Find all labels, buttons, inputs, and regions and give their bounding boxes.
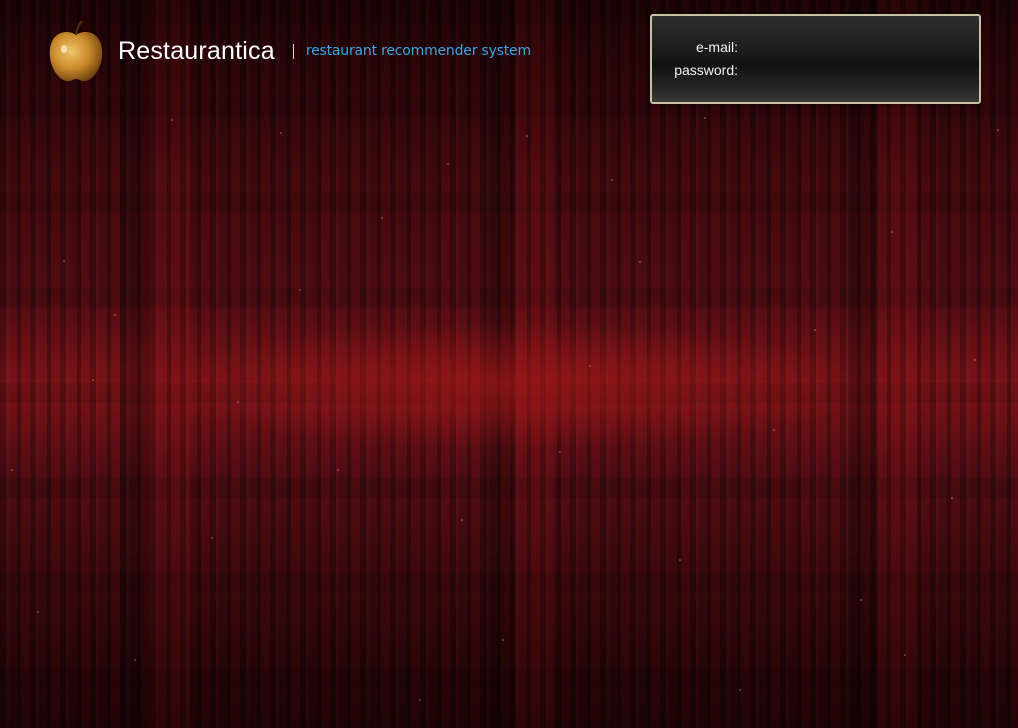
login-panel: e-mail: password: (650, 14, 981, 104)
password-row: password: (652, 61, 964, 79)
email-label: e-mail: (695, 39, 738, 55)
background-texture (11, 117, 999, 701)
email-row: e-mail: (652, 38, 964, 56)
brand-divider (292, 43, 294, 59)
brand-name[interactable]: Restaurantica (118, 37, 275, 66)
password-label: password: (674, 62, 738, 78)
password-field[interactable] (744, 61, 964, 79)
brand-tagline: restaurant recommender system (305, 43, 531, 59)
logo-apple-icon[interactable] (46, 17, 106, 85)
email-field[interactable] (744, 38, 964, 56)
site-header: Restaurantica restaurant recommender sys… (46, 16, 531, 86)
